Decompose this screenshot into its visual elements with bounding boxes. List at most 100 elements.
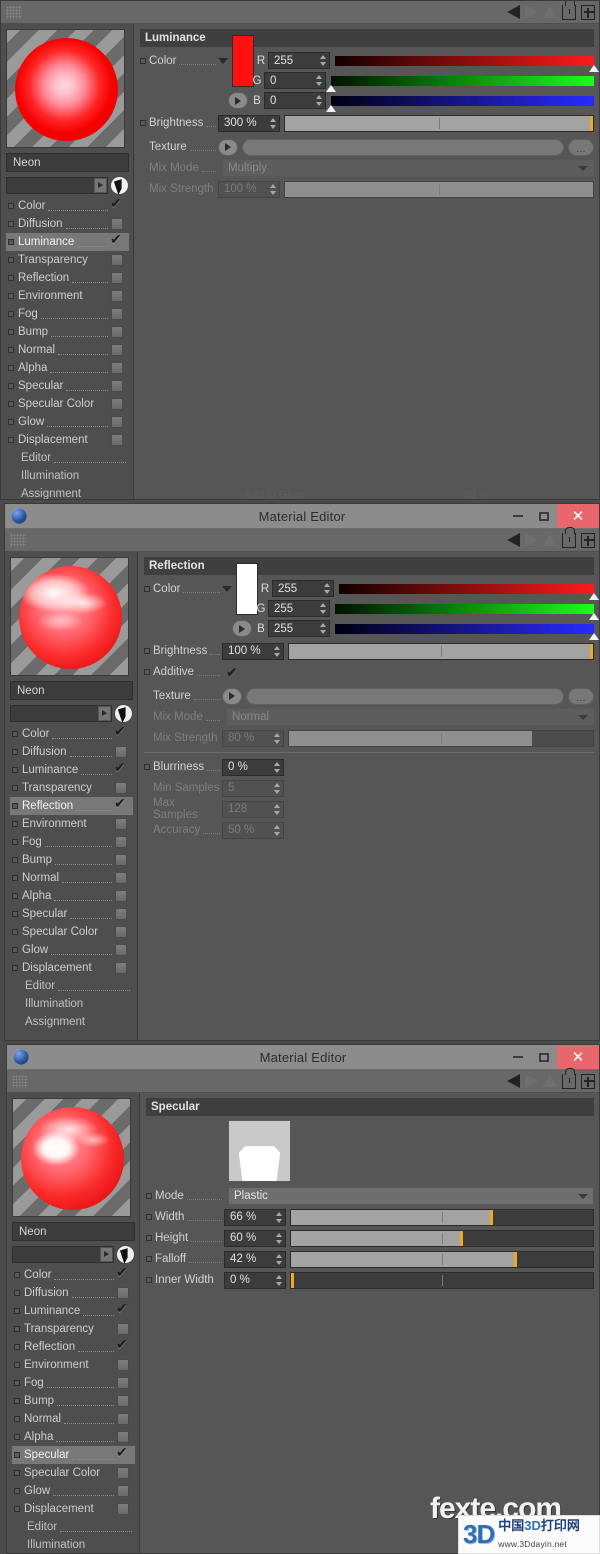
- height-input[interactable]: 60 %: [224, 1229, 286, 1247]
- r-input[interactable]: 255: [268, 52, 330, 69]
- slider-knob[interactable]: [514, 1251, 518, 1267]
- row-brightness[interactable]: Brightness 300 %: [140, 113, 594, 133]
- g-slider[interactable]: [326, 75, 594, 92]
- r-input[interactable]: 255: [272, 580, 334, 597]
- nav-forward-icon[interactable]: [525, 5, 538, 19]
- close-button[interactable]: ✕: [557, 1045, 599, 1069]
- channel-checkbox[interactable]: [111, 416, 123, 428]
- material-preview[interactable]: [10, 557, 129, 676]
- mix-strength-input[interactable]: 100 %: [218, 180, 280, 198]
- height-stepper[interactable]: [275, 1232, 282, 1244]
- additive-checkbox[interactable]: ✔: [226, 664, 242, 680]
- texture-arrow-icon[interactable]: [222, 687, 242, 705]
- brightness-stepper[interactable]: [273, 645, 280, 657]
- material-editor-window-reflection[interactable]: Material Editor ✕ Neon Color ✔ Diffusion…: [4, 503, 600, 1041]
- minimize-button[interactable]: [505, 504, 531, 528]
- subpage-item-illumination[interactable]: Illumination: [10, 995, 133, 1013]
- falloff-slider[interactable]: [290, 1250, 594, 1268]
- channel-checkbox[interactable]: [110, 196, 123, 212]
- channel-item-glow[interactable]: Glow: [6, 413, 129, 431]
- mix-strength-stepper[interactable]: [273, 732, 280, 744]
- blurriness-input[interactable]: 0 %: [222, 758, 284, 776]
- r-slider-knob[interactable]: [589, 592, 599, 600]
- channel-checkbox[interactable]: [116, 1337, 129, 1353]
- min-samples-stepper[interactable]: [273, 782, 280, 794]
- mix-mode-select[interactable]: Multiply: [222, 159, 594, 177]
- channel-checkbox[interactable]: [115, 944, 127, 956]
- width-input[interactable]: 66 %: [224, 1208, 286, 1226]
- shader-input[interactable]: [10, 704, 112, 722]
- pick-shader-icon[interactable]: [110, 175, 129, 195]
- channel-checkbox[interactable]: [115, 818, 127, 830]
- channel-checkbox[interactable]: [111, 254, 123, 266]
- channel-item-fog[interactable]: Fog: [12, 1374, 135, 1392]
- mix-strength-stepper[interactable]: [269, 183, 276, 195]
- channel-checkbox[interactable]: [111, 380, 123, 392]
- channel-checkbox[interactable]: [111, 362, 123, 374]
- channel-item-color[interactable]: Color: [6, 196, 129, 215]
- channel-checkbox[interactable]: [111, 344, 123, 356]
- channel-item-normal[interactable]: Normal: [6, 341, 129, 359]
- texture-browse-button[interactable]: ...: [568, 138, 594, 156]
- material-preview[interactable]: [6, 29, 125, 148]
- brightness-input[interactable]: 300 %: [218, 114, 280, 132]
- attribute-toolbar[interactable]: [1, 1, 599, 24]
- channel-item-color[interactable]: Color: [12, 1265, 135, 1284]
- b-slider[interactable]: [335, 623, 599, 640]
- brightness-slider[interactable]: [288, 642, 594, 660]
- g-stepper[interactable]: [319, 603, 326, 614]
- brightness-stepper[interactable]: [269, 117, 276, 129]
- inner-width-input[interactable]: 0 %: [224, 1271, 286, 1289]
- row-color-b[interactable]: B 0: [140, 91, 594, 112]
- blurriness-stepper[interactable]: [273, 761, 280, 773]
- b-slider-knob[interactable]: [589, 632, 599, 640]
- r-slider[interactable]: [335, 55, 599, 72]
- specular-curve-preview[interactable]: [228, 1120, 291, 1182]
- channel-item-displacement[interactable]: Displacement: [10, 959, 133, 977]
- accuracy-stepper[interactable]: [273, 824, 280, 836]
- min-samples-input[interactable]: 5: [222, 779, 284, 797]
- channel-checkbox[interactable]: [115, 854, 127, 866]
- subpage-item-assignment[interactable]: Assignment: [6, 485, 129, 499]
- texture-browse-button[interactable]: ...: [568, 687, 594, 705]
- channel-item-transparency[interactable]: Transparency: [6, 251, 129, 269]
- row-mode[interactable]: Mode Plastic: [146, 1186, 594, 1206]
- subpage-item-illumination[interactable]: Illumination: [6, 467, 129, 485]
- row-color-g[interactable]: G 0: [140, 71, 594, 92]
- channel-checkbox[interactable]: [115, 782, 127, 794]
- b-stepper[interactable]: [319, 623, 326, 634]
- drag-grip-icon[interactable]: [6, 5, 22, 19]
- channel-checkbox[interactable]: [111, 308, 123, 320]
- color-picker-arrow-icon[interactable]: [228, 92, 248, 109]
- nav-back-icon[interactable]: [507, 1074, 520, 1088]
- brightness-slider[interactable]: [284, 114, 594, 132]
- nav-up-icon[interactable]: [543, 534, 557, 546]
- channel-item-environment[interactable]: Environment: [6, 287, 129, 305]
- close-button[interactable]: ✕: [557, 504, 599, 528]
- row-color-r[interactable]: Color R 255: [140, 34, 599, 87]
- minimize-button[interactable]: [505, 1045, 531, 1069]
- channel-checkbox[interactable]: [111, 218, 123, 230]
- r-stepper[interactable]: [319, 55, 326, 66]
- channel-item-specular[interactable]: Specular: [10, 905, 133, 923]
- channel-checkbox[interactable]: [117, 1359, 129, 1371]
- channel-item-luminance[interactable]: Luminance: [10, 760, 133, 779]
- channel-checkbox[interactable]: [115, 908, 127, 920]
- row-color-g[interactable]: G 255: [144, 599, 599, 620]
- maximize-button[interactable]: [531, 1045, 557, 1069]
- material-name-field[interactable]: Neon: [10, 681, 133, 700]
- shader-arrow-icon[interactable]: [98, 705, 111, 721]
- mode-select[interactable]: Plastic: [228, 1187, 594, 1205]
- channel-checkbox[interactable]: [110, 232, 123, 248]
- slider-knob[interactable]: [590, 643, 593, 659]
- shader-arrow-icon[interactable]: [94, 177, 107, 193]
- channel-checkbox[interactable]: [116, 1301, 129, 1317]
- channel-checkbox[interactable]: [117, 1287, 129, 1299]
- shader-row[interactable]: [10, 703, 133, 723]
- window-titlebar[interactable]: Material Editor ✕: [7, 1045, 599, 1070]
- material-name-field[interactable]: Neon: [12, 1222, 135, 1241]
- b-stepper[interactable]: [315, 95, 322, 106]
- channel-item-reflection[interactable]: Reflection: [12, 1337, 135, 1356]
- channel-checkbox[interactable]: [114, 796, 127, 812]
- add-attribute-icon[interactable]: [581, 1073, 595, 1089]
